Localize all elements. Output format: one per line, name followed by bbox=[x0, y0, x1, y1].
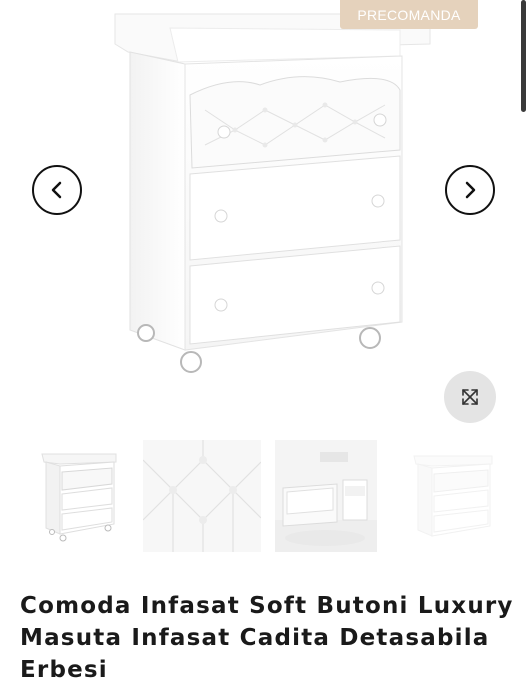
previous-image-button[interactable] bbox=[32, 165, 82, 215]
preorder-badge: PRECOMANDA bbox=[340, 0, 478, 29]
thumbnail-room[interactable] bbox=[275, 440, 377, 552]
product-page: PRECOMANDA Comoda Infasat Soft Butoni Lu… bbox=[0, 0, 529, 700]
chevron-right-icon bbox=[465, 181, 476, 199]
product-gallery: PRECOMANDA bbox=[0, 0, 529, 430]
thumbnail-faded[interactable] bbox=[404, 440, 504, 552]
product-main-image[interactable] bbox=[0, 0, 529, 430]
page-scrollbar[interactable] bbox=[521, 0, 526, 112]
thumbnail-front[interactable] bbox=[30, 440, 125, 552]
thumbnail-strip bbox=[0, 440, 529, 555]
next-image-button[interactable] bbox=[445, 165, 495, 215]
product-title: Comoda Infasat Soft Butoni Luxury Masuta… bbox=[20, 593, 514, 683]
expand-icon bbox=[462, 389, 478, 405]
zoom-button[interactable] bbox=[444, 371, 496, 423]
thumbnail-tufted-detail[interactable] bbox=[143, 440, 261, 552]
chevron-left-icon bbox=[51, 181, 62, 199]
